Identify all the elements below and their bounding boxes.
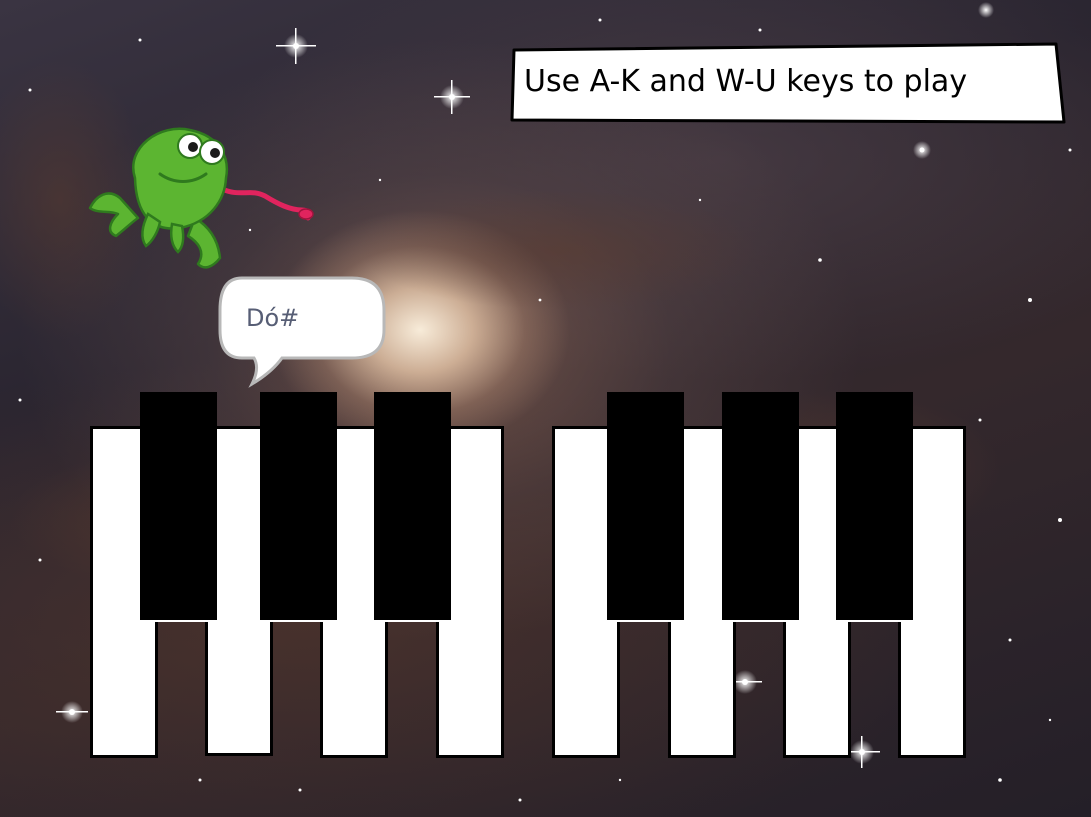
black-key-a-sharp[interactable] [722, 392, 799, 620]
black-key-c-sharp[interactable] [140, 392, 217, 620]
black-key-c2-sharp[interactable] [836, 392, 913, 620]
black-key-f-sharp[interactable] [374, 392, 451, 620]
speech-text: Dó# [246, 304, 300, 332]
black-key-d-sharp[interactable] [260, 392, 337, 620]
frog-icon[interactable] [80, 118, 320, 278]
instruction-sign: Use A-K and W-U keys to play [508, 42, 1068, 126]
game-stage[interactable]: Use A-K and W-U keys to play Dó# [0, 0, 1091, 817]
speech-bubble: Dó# [212, 272, 390, 392]
black-key-g-sharp[interactable] [607, 392, 684, 620]
instruction-text: Use A-K and W-U keys to play [524, 64, 968, 99]
